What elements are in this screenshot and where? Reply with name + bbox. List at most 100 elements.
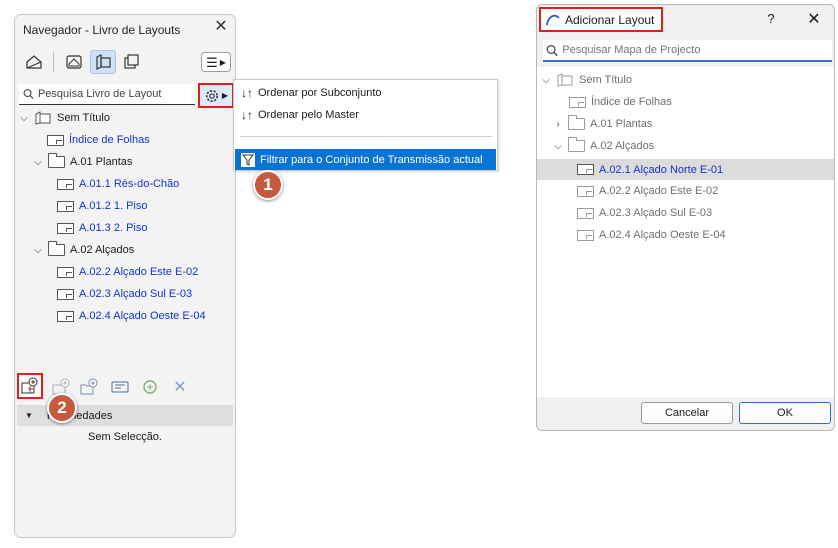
navigator-search-input[interactable]	[37, 88, 195, 100]
callout-badge: 2	[47, 393, 77, 423]
project-map-search-input[interactable]	[562, 44, 832, 56]
new-layout-icon	[21, 377, 38, 394]
menu-item-filter[interactable]: Filtrar para o Conjunto de Transmissão a…	[235, 149, 496, 170]
tree-item-layout[interactable]: A.01.3 2. Piso	[57, 219, 148, 237]
new-folder-icon[interactable]	[79, 377, 101, 397]
tree-item-label: A.02.2 Alçado Este E-02	[79, 266, 199, 278]
menu-item-label: Ordenar pelo Master	[258, 109, 359, 121]
callout-badge: 1	[253, 170, 283, 200]
tree-item-layout[interactable]: A.02.3 Alçado Sul E-03	[57, 285, 192, 303]
project-map-search[interactable]	[543, 40, 832, 62]
tree-item-layout[interactable]: A.02.4 Alçado Oeste E-04	[577, 226, 726, 244]
gear-icon	[205, 89, 218, 102]
search-icon	[23, 89, 34, 99]
cancel-button[interactable]: Cancelar	[641, 402, 733, 424]
sheet-icon	[57, 178, 74, 190]
dialog-title: Adicionar Layout	[565, 12, 655, 27]
properties-empty-text: Sem Selecção.	[88, 431, 162, 443]
sheet-icon	[47, 134, 64, 146]
menu-item-sort-master[interactable]: ↓↑ Ordenar pelo Master	[235, 105, 496, 125]
tree-item-label: A.01 Plantas	[590, 118, 653, 130]
close-icon[interactable]: ✕	[213, 19, 229, 35]
chevron-down-icon[interactable]: ⌵	[33, 245, 43, 256]
add-layout-dialog: Adicionar Layout ? ✕ ⌵ Sem Título Índice…	[536, 4, 835, 431]
tree-item-label: A.02.3 Alçado Sul E-03	[599, 207, 713, 219]
options-menu: ↓↑ Ordenar por Subconjunto ↓↑ Ordenar pe…	[233, 79, 498, 171]
tree-item-folder-plantas[interactable]: ⌵ A.01 Plantas	[33, 153, 132, 171]
sheet-icon	[569, 96, 586, 108]
menu-item-sort-subset[interactable]: ↓↑ Ordenar por Subconjunto	[235, 83, 496, 103]
navigator-search[interactable]	[19, 84, 195, 105]
tree-item-label: A.01 Plantas	[70, 156, 133, 168]
sheet-icon	[577, 207, 594, 219]
tree-item-layout[interactable]: A.02.4 Alçado Oeste E-04	[57, 307, 206, 325]
folder-icon	[568, 137, 585, 152]
tree-item-label: A.02.3 Alçado Sul E-03	[79, 288, 193, 300]
sheet-icon	[57, 200, 74, 212]
settings-card-icon[interactable]	[109, 377, 131, 397]
layout-book-icon[interactable]	[90, 50, 116, 74]
chevron-down-icon[interactable]: ⌵	[553, 141, 563, 152]
tree-item-root[interactable]: ⌵ Sem Título	[19, 109, 110, 127]
sheet-icon	[57, 222, 74, 234]
tree-item-layout[interactable]: A.01.1 Rés-do-Chão	[57, 175, 179, 193]
tree-item-folder-alcados[interactable]: ⌵ A.02 Alçados	[553, 137, 654, 155]
tree-item-layout[interactable]: A.01.2 1. Piso	[57, 197, 148, 215]
triangle-down-icon: ▼	[25, 411, 33, 420]
help-button[interactable]: ?	[763, 11, 779, 26]
tree-item-layout-selected[interactable]: A.02.1 Alçado Norte E-01	[537, 159, 834, 180]
dialog-title-box: Adicionar Layout	[539, 7, 663, 32]
app-logo-icon	[546, 14, 560, 25]
tree-item-label: Sem Título	[579, 74, 632, 86]
chevron-right-icon[interactable]: ›	[553, 119, 563, 130]
ok-button[interactable]: OK	[739, 402, 831, 424]
tree-item-label: A.02.4 Alçado Oeste E-04	[599, 229, 726, 241]
triangle-right-icon: ▶	[221, 91, 229, 100]
delete-icon[interactable]: ✕	[169, 377, 191, 397]
options-button[interactable]: ▶	[198, 83, 234, 108]
tree-item-folder-alcados[interactable]: ⌵ A.02 Alçados	[33, 241, 134, 259]
tree-item-label: Índice de Folhas	[69, 134, 150, 146]
tree-item-label: A.02.4 Alçado Oeste E-04	[79, 310, 206, 322]
sheet-icon	[577, 229, 594, 241]
filter-icon	[241, 152, 255, 167]
layout-book-icon	[557, 73, 573, 87]
refresh-icon[interactable]	[139, 377, 161, 397]
tree-item-layout[interactable]: A.02.2 Alçado Este E-02	[57, 263, 198, 281]
project-map-icon[interactable]	[21, 50, 47, 74]
tree-item-layout[interactable]: A.02.2 Alçado Este E-02	[577, 182, 718, 200]
tree-item-layout[interactable]: A.02.3 Alçado Sul E-03	[577, 204, 712, 222]
tree-item-label: A.01.2 1. Piso	[79, 200, 148, 212]
tree-item-label: A.02 Alçados	[590, 140, 655, 152]
chevron-down-icon[interactable]: ⌵	[19, 113, 29, 124]
menu-item-label: Filtrar para o Conjunto de Transmissão a…	[260, 153, 483, 166]
menu-item-label: Ordenar por Subconjunto	[258, 87, 382, 99]
sheet-icon	[57, 266, 74, 278]
tree-item-index[interactable]: Índice de Folhas	[569, 93, 672, 111]
tree-item-index[interactable]: Índice de Folhas	[47, 131, 150, 149]
tree-item-label: Sem Título	[57, 112, 110, 124]
tree-item-label: A.01.1 Rés-do-Chão	[79, 178, 180, 190]
sheet-icon	[57, 310, 74, 322]
chevron-down-icon[interactable]: ⌵	[541, 75, 551, 86]
view-map-icon[interactable]	[61, 50, 87, 74]
search-icon	[546, 44, 558, 56]
close-icon[interactable]: ✕	[805, 9, 823, 29]
tree-item-folder-plantas[interactable]: › A.01 Plantas	[553, 115, 652, 133]
folder-icon	[568, 115, 585, 130]
chevron-down-icon[interactable]: ⌵	[33, 157, 43, 168]
navigator-menu-button[interactable]: ☰ ▶	[201, 52, 231, 72]
project-map-tree: ⌵ Sem Título Índice de Folhas › A.01 Pla…	[537, 67, 834, 397]
triangle-right-icon: ▶	[219, 57, 226, 67]
publisher-sets-icon[interactable]	[119, 50, 145, 74]
new-layout-button[interactable]	[17, 373, 43, 399]
navigator-panel: Navegador - Livro de Layouts ✕ ☰ ▶ ▶ ⌵ S…	[14, 14, 236, 538]
tree-item-label: A.02.2 Alçado Este E-02	[599, 185, 719, 197]
menu-icon: ☰	[206, 54, 218, 70]
sort-icon: ↓↑	[241, 86, 253, 100]
sheet-icon	[577, 185, 594, 197]
tree-item-root[interactable]: ⌵ Sem Título	[541, 71, 632, 89]
layout-book-icon	[35, 111, 51, 125]
sort-icon: ↓↑	[241, 108, 253, 122]
navigator-title: Navegador - Livro de Layouts	[23, 23, 181, 37]
